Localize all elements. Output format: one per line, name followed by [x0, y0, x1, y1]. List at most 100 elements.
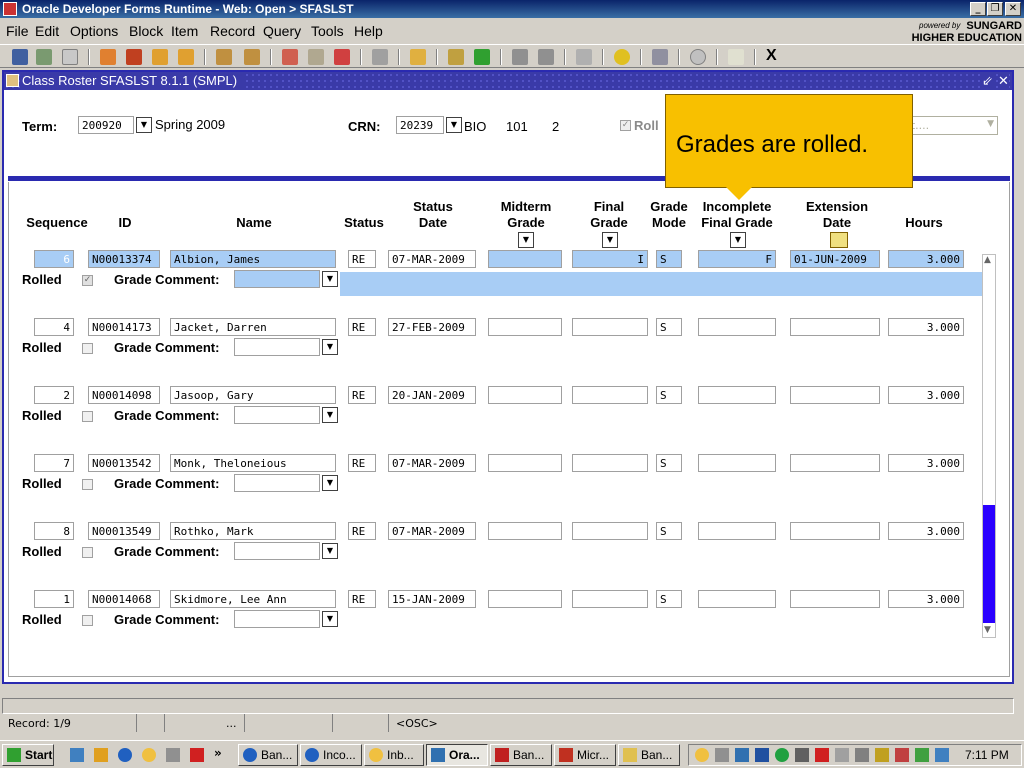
menu-item[interactable]: Item [171, 23, 198, 39]
cancel-query-icon[interactable] [538, 49, 554, 65]
final-grade-field[interactable] [572, 318, 648, 336]
quicklaunch-messenger-icon[interactable] [94, 748, 108, 762]
sequence-field[interactable]: 4 [34, 318, 74, 336]
hours-field[interactable]: 3.000 [888, 522, 964, 540]
scrollbar-thumb[interactable] [983, 505, 995, 623]
id-field[interactable]: N00013542 [88, 454, 160, 472]
menu-edit[interactable]: Edit [35, 23, 59, 39]
final-grade-field[interactable]: I [572, 250, 648, 268]
final-grade-dropdown-icon[interactable]: ▼ [602, 232, 618, 248]
tray-shield-icon[interactable] [755, 748, 769, 762]
grade-comment-dropdown-icon[interactable]: ▼ [322, 407, 338, 423]
quicklaunch-desktop-icon[interactable] [70, 748, 84, 762]
id-field[interactable]: N00013374 [88, 250, 160, 268]
status-field[interactable]: RE [348, 522, 376, 540]
incomplete-grade-dropdown-icon[interactable]: ▼ [730, 232, 746, 248]
speaker-icon[interactable] [576, 49, 592, 65]
tray-alert-icon[interactable] [815, 748, 829, 762]
status-date-field[interactable]: 07-MAR-2009 [388, 250, 476, 268]
hours-field[interactable]: 3.000 [888, 386, 964, 404]
sequence-field[interactable]: 2 [34, 386, 74, 404]
status-date-field[interactable]: 15-JAN-2009 [388, 590, 476, 608]
grade-comment-input[interactable] [234, 474, 320, 492]
sequence-field[interactable]: 1 [34, 590, 74, 608]
midterm-grade-field[interactable] [488, 250, 562, 268]
status-field[interactable]: RE [348, 250, 376, 268]
tray-update-icon[interactable] [915, 748, 929, 762]
scroll-up-icon[interactable]: ▲ [984, 255, 991, 265]
start-button[interactable]: Start [2, 744, 54, 766]
quicklaunch-tool-icon[interactable] [166, 748, 180, 762]
vertical-scrollbar[interactable]: ▲ ▼ [982, 254, 996, 638]
task-banner-1[interactable]: Ban... [238, 744, 298, 766]
home-icon[interactable] [652, 49, 668, 65]
tray-users-icon[interactable] [935, 748, 949, 762]
duplicate-icon[interactable] [372, 49, 388, 65]
restore-button[interactable]: ❐ [987, 2, 1003, 16]
midterm-grade-field[interactable] [488, 386, 562, 404]
status-field[interactable]: RE [348, 318, 376, 336]
name-field[interactable]: Rothko, Mark [170, 522, 336, 540]
tray-wireless-icon[interactable] [855, 748, 869, 762]
id-field[interactable]: N00014098 [88, 386, 160, 404]
midterm-grade-dropdown-icon[interactable]: ▼ [518, 232, 534, 248]
id-field[interactable]: N00013549 [88, 522, 160, 540]
status-field[interactable]: RE [348, 386, 376, 404]
name-field[interactable]: Skidmore, Lee Ann [170, 590, 336, 608]
sequence-field[interactable]: 6 [34, 250, 74, 268]
exit-form-icon[interactable] [126, 49, 142, 65]
menu-query[interactable]: Query [263, 23, 301, 39]
crn-input[interactable]: 20239 [396, 116, 444, 134]
minimize-button[interactable]: _ [970, 2, 986, 16]
task-banner-folder[interactable]: Ban... [618, 744, 680, 766]
rolled-checkbox[interactable] [82, 547, 93, 558]
tray-java-icon[interactable] [735, 748, 749, 762]
name-field[interactable]: Monk, Theloneious [170, 454, 336, 472]
quicklaunch-outlook-icon[interactable] [142, 748, 156, 762]
form-minimize-icon[interactable]: ⇙ [982, 73, 993, 89]
calendar-icon[interactable] [830, 232, 848, 248]
extension-date-field[interactable]: 01-JUN-2009 [790, 250, 880, 268]
final-grade-field[interactable] [572, 386, 648, 404]
midterm-grade-field[interactable] [488, 590, 562, 608]
menu-file[interactable]: File [6, 23, 29, 39]
task-banner-pdf[interactable]: Ban... [490, 744, 552, 766]
menu-help[interactable]: Help [354, 23, 383, 39]
extension-date-field[interactable] [790, 386, 880, 404]
menu-tools[interactable]: Tools [311, 23, 344, 39]
target-icon[interactable] [614, 49, 630, 65]
tray-outlook-icon[interactable] [695, 748, 709, 762]
grade-mode-field[interactable]: S [656, 386, 682, 404]
scroll-down-icon[interactable]: ▼ [984, 625, 991, 635]
help-icon[interactable] [690, 49, 706, 65]
incomplete-grade-field[interactable]: F [698, 250, 776, 268]
tray-monitor-icon[interactable] [795, 748, 809, 762]
incomplete-grade-field[interactable] [698, 454, 776, 472]
name-field[interactable]: Albion, James [170, 250, 336, 268]
extension-date-field[interactable] [790, 318, 880, 336]
id-field[interactable]: N00014068 [88, 590, 160, 608]
rolled-checkbox[interactable] [82, 615, 93, 626]
midterm-grade-field[interactable] [488, 522, 562, 540]
execute-query-icon[interactable] [474, 49, 490, 65]
grade-comment-dropdown-icon[interactable]: ▼ [322, 271, 338, 287]
status-field[interactable]: RE [348, 590, 376, 608]
menu-block[interactable]: Block [129, 23, 163, 39]
midterm-grade-field[interactable] [488, 454, 562, 472]
grade-mode-field[interactable]: S [656, 454, 682, 472]
grade-comment-input[interactable] [234, 406, 320, 424]
sequence-field[interactable]: 8 [34, 522, 74, 540]
more-quicklaunch-button[interactable]: » [214, 746, 222, 760]
save-icon[interactable] [12, 49, 28, 65]
close-button[interactable]: ✕ [1005, 2, 1021, 16]
tray-tool-icon[interactable] [715, 748, 729, 762]
print-doc-icon[interactable] [62, 49, 78, 65]
task-inbox[interactable]: Inb... [364, 744, 424, 766]
incomplete-grade-field[interactable] [698, 522, 776, 540]
delete-record-icon[interactable] [334, 49, 350, 65]
next-block-icon[interactable] [178, 49, 194, 65]
menu-record[interactable]: Record [210, 23, 255, 39]
roll-checkbox[interactable]: ✓ [620, 120, 631, 131]
print-icon[interactable] [410, 49, 426, 65]
grade-comment-dropdown-icon[interactable]: ▼ [322, 339, 338, 355]
